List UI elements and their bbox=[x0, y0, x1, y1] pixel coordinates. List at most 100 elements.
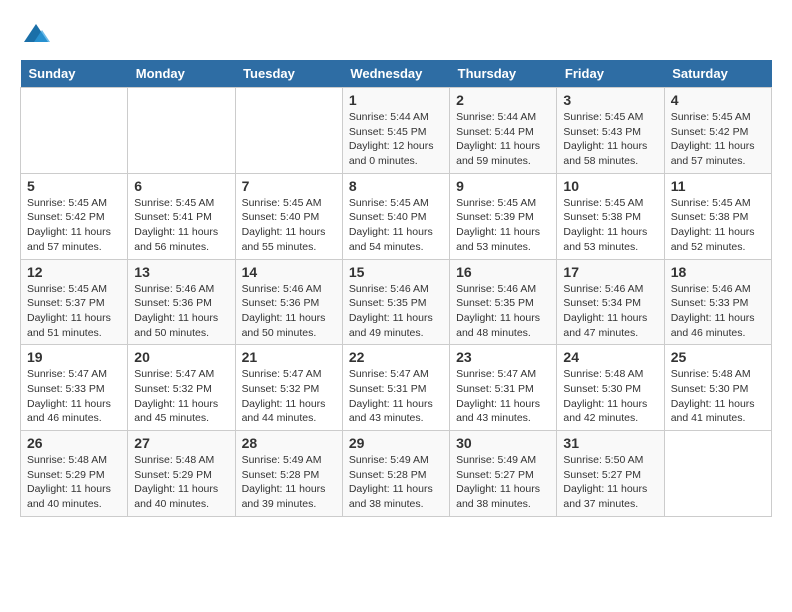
day-info: Sunrise: 5:47 AM Sunset: 5:32 PM Dayligh… bbox=[242, 367, 336, 426]
calendar-cell: 9 Sunrise: 5:45 AM Sunset: 5:39 PM Daylig… bbox=[450, 173, 557, 259]
day-info: Sunrise: 5:44 AM Sunset: 5:45 PM Dayligh… bbox=[349, 110, 443, 169]
day-info: Sunrise: 5:47 AM Sunset: 5:31 PM Dayligh… bbox=[456, 367, 550, 426]
calendar-week-5: 26 Sunrise: 5:48 AM Sunset: 5:29 PM Dayli… bbox=[21, 431, 772, 517]
calendar-cell: 1 Sunrise: 5:44 AM Sunset: 5:45 PM Daylig… bbox=[342, 88, 449, 174]
page-header bbox=[20, 20, 772, 44]
day-number: 15 bbox=[349, 264, 443, 280]
day-number: 30 bbox=[456, 435, 550, 451]
day-number: 28 bbox=[242, 435, 336, 451]
day-number: 16 bbox=[456, 264, 550, 280]
day-info: Sunrise: 5:49 AM Sunset: 5:28 PM Dayligh… bbox=[242, 453, 336, 512]
calendar-cell: 14Sunrise: 5:46 AM Sunset: 5:36 PM Dayli… bbox=[235, 259, 342, 345]
day-info: Sunrise: 5:48 AM Sunset: 5:29 PM Dayligh… bbox=[134, 453, 228, 512]
day-number: 9 bbox=[456, 178, 550, 194]
day-info: Sunrise: 5:48 AM Sunset: 5:29 PM Dayligh… bbox=[27, 453, 121, 512]
calendar-cell: 17Sunrise: 5:46 AM Sunset: 5:34 PM Dayli… bbox=[557, 259, 664, 345]
day-number: 18 bbox=[671, 264, 765, 280]
day-info: Sunrise: 5:46 AM Sunset: 5:35 PM Dayligh… bbox=[456, 282, 550, 341]
calendar-cell: 7 Sunrise: 5:45 AM Sunset: 5:40 PM Daylig… bbox=[235, 173, 342, 259]
calendar-week-4: 19Sunrise: 5:47 AM Sunset: 5:33 PM Dayli… bbox=[21, 345, 772, 431]
day-number: 20 bbox=[134, 349, 228, 365]
calendar-cell: 4 Sunrise: 5:45 AM Sunset: 5:42 PM Daylig… bbox=[664, 88, 771, 174]
day-info: Sunrise: 5:46 AM Sunset: 5:36 PM Dayligh… bbox=[134, 282, 228, 341]
day-info: Sunrise: 5:50 AM Sunset: 5:27 PM Dayligh… bbox=[563, 453, 657, 512]
calendar-week-2: 5 Sunrise: 5:45 AM Sunset: 5:42 PM Daylig… bbox=[21, 173, 772, 259]
day-info: Sunrise: 5:49 AM Sunset: 5:27 PM Dayligh… bbox=[456, 453, 550, 512]
calendar-cell: 6Sunrise: 5:45 AM Sunset: 5:41 PM Daylig… bbox=[128, 173, 235, 259]
day-number: 4 bbox=[671, 92, 765, 108]
calendar-cell: 21 Sunrise: 5:47 AM Sunset: 5:32 PM Dayli… bbox=[235, 345, 342, 431]
calendar-cell bbox=[21, 88, 128, 174]
day-info: Sunrise: 5:45 AM Sunset: 5:42 PM Dayligh… bbox=[27, 196, 121, 255]
day-number: 26 bbox=[27, 435, 121, 451]
day-info: Sunrise: 5:48 AM Sunset: 5:30 PM Dayligh… bbox=[563, 367, 657, 426]
day-number: 10 bbox=[563, 178, 657, 194]
calendar-cell: 30 Sunrise: 5:49 AM Sunset: 5:27 PM Dayli… bbox=[450, 431, 557, 517]
day-number: 7 bbox=[242, 178, 336, 194]
day-info: Sunrise: 5:45 AM Sunset: 5:38 PM Dayligh… bbox=[671, 196, 765, 255]
calendar-cell: 29 Sunrise: 5:49 AM Sunset: 5:28 PM Dayli… bbox=[342, 431, 449, 517]
day-number: 24 bbox=[563, 349, 657, 365]
day-info: Sunrise: 5:45 AM Sunset: 5:40 PM Dayligh… bbox=[349, 196, 443, 255]
calendar-cell: 20Sunrise: 5:47 AM Sunset: 5:32 PM Dayli… bbox=[128, 345, 235, 431]
calendar-cell: 5 Sunrise: 5:45 AM Sunset: 5:42 PM Daylig… bbox=[21, 173, 128, 259]
day-number: 29 bbox=[349, 435, 443, 451]
day-number: 31 bbox=[563, 435, 657, 451]
calendar-cell: 13 Sunrise: 5:46 AM Sunset: 5:36 PM Dayli… bbox=[128, 259, 235, 345]
day-number: 13 bbox=[134, 264, 228, 280]
day-number: 22 bbox=[349, 349, 443, 365]
header-sunday: Sunday bbox=[21, 60, 128, 88]
day-info: Sunrise: 5:46 AM Sunset: 5:35 PM Dayligh… bbox=[349, 282, 443, 341]
calendar-cell: 18 Sunrise: 5:46 AM Sunset: 5:33 PM Dayli… bbox=[664, 259, 771, 345]
day-number: 21 bbox=[242, 349, 336, 365]
calendar-header-row: SundayMondayTuesdayWednesdayThursdayFrid… bbox=[21, 60, 772, 88]
calendar-cell: 12 Sunrise: 5:45 AM Sunset: 5:37 PM Dayli… bbox=[21, 259, 128, 345]
calendar-cell: 31 Sunrise: 5:50 AM Sunset: 5:27 PM Dayli… bbox=[557, 431, 664, 517]
calendar-cell: 19Sunrise: 5:47 AM Sunset: 5:33 PM Dayli… bbox=[21, 345, 128, 431]
day-number: 17 bbox=[563, 264, 657, 280]
day-info: Sunrise: 5:46 AM Sunset: 5:33 PM Dayligh… bbox=[671, 282, 765, 341]
day-info: Sunrise: 5:45 AM Sunset: 5:37 PM Dayligh… bbox=[27, 282, 121, 341]
calendar-cell: 16 Sunrise: 5:46 AM Sunset: 5:35 PM Dayli… bbox=[450, 259, 557, 345]
day-number: 6 bbox=[134, 178, 228, 194]
day-info: Sunrise: 5:45 AM Sunset: 5:42 PM Dayligh… bbox=[671, 110, 765, 169]
day-number: 5 bbox=[27, 178, 121, 194]
header-wednesday: Wednesday bbox=[342, 60, 449, 88]
day-info: Sunrise: 5:45 AM Sunset: 5:39 PM Dayligh… bbox=[456, 196, 550, 255]
calendar-cell: 25 Sunrise: 5:48 AM Sunset: 5:30 PM Dayli… bbox=[664, 345, 771, 431]
logo-icon bbox=[22, 20, 50, 48]
day-info: Sunrise: 5:47 AM Sunset: 5:31 PM Dayligh… bbox=[349, 367, 443, 426]
day-number: 2 bbox=[456, 92, 550, 108]
calendar-week-1: 1 Sunrise: 5:44 AM Sunset: 5:45 PM Daylig… bbox=[21, 88, 772, 174]
header-friday: Friday bbox=[557, 60, 664, 88]
calendar-cell: 26 Sunrise: 5:48 AM Sunset: 5:29 PM Dayli… bbox=[21, 431, 128, 517]
day-number: 14 bbox=[242, 264, 336, 280]
day-info: Sunrise: 5:45 AM Sunset: 5:43 PM Dayligh… bbox=[563, 110, 657, 169]
day-number: 23 bbox=[456, 349, 550, 365]
day-number: 8 bbox=[349, 178, 443, 194]
calendar-cell: 10 Sunrise: 5:45 AM Sunset: 5:38 PM Dayli… bbox=[557, 173, 664, 259]
calendar-cell: 8 Sunrise: 5:45 AM Sunset: 5:40 PM Daylig… bbox=[342, 173, 449, 259]
header-saturday: Saturday bbox=[664, 60, 771, 88]
calendar-cell: 3Sunrise: 5:45 AM Sunset: 5:43 PM Daylig… bbox=[557, 88, 664, 174]
day-number: 1 bbox=[349, 92, 443, 108]
calendar-cell bbox=[664, 431, 771, 517]
calendar-cell bbox=[235, 88, 342, 174]
calendar-cell: 2Sunrise: 5:44 AM Sunset: 5:44 PM Daylig… bbox=[450, 88, 557, 174]
calendar-week-3: 12 Sunrise: 5:45 AM Sunset: 5:37 PM Dayli… bbox=[21, 259, 772, 345]
day-info: Sunrise: 5:45 AM Sunset: 5:40 PM Dayligh… bbox=[242, 196, 336, 255]
day-info: Sunrise: 5:45 AM Sunset: 5:38 PM Dayligh… bbox=[563, 196, 657, 255]
day-number: 25 bbox=[671, 349, 765, 365]
calendar-cell: 11Sunrise: 5:45 AM Sunset: 5:38 PM Dayli… bbox=[664, 173, 771, 259]
calendar-cell: 27Sunrise: 5:48 AM Sunset: 5:29 PM Dayli… bbox=[128, 431, 235, 517]
day-number: 12 bbox=[27, 264, 121, 280]
calendar-cell: 23 Sunrise: 5:47 AM Sunset: 5:31 PM Dayli… bbox=[450, 345, 557, 431]
header-monday: Monday bbox=[128, 60, 235, 88]
calendar-cell bbox=[128, 88, 235, 174]
day-number: 19 bbox=[27, 349, 121, 365]
calendar-cell: 15 Sunrise: 5:46 AM Sunset: 5:35 PM Dayli… bbox=[342, 259, 449, 345]
calendar-table: SundayMondayTuesdayWednesdayThursdayFrid… bbox=[20, 60, 772, 517]
header-tuesday: Tuesday bbox=[235, 60, 342, 88]
day-info: Sunrise: 5:49 AM Sunset: 5:28 PM Dayligh… bbox=[349, 453, 443, 512]
day-info: Sunrise: 5:48 AM Sunset: 5:30 PM Dayligh… bbox=[671, 367, 765, 426]
